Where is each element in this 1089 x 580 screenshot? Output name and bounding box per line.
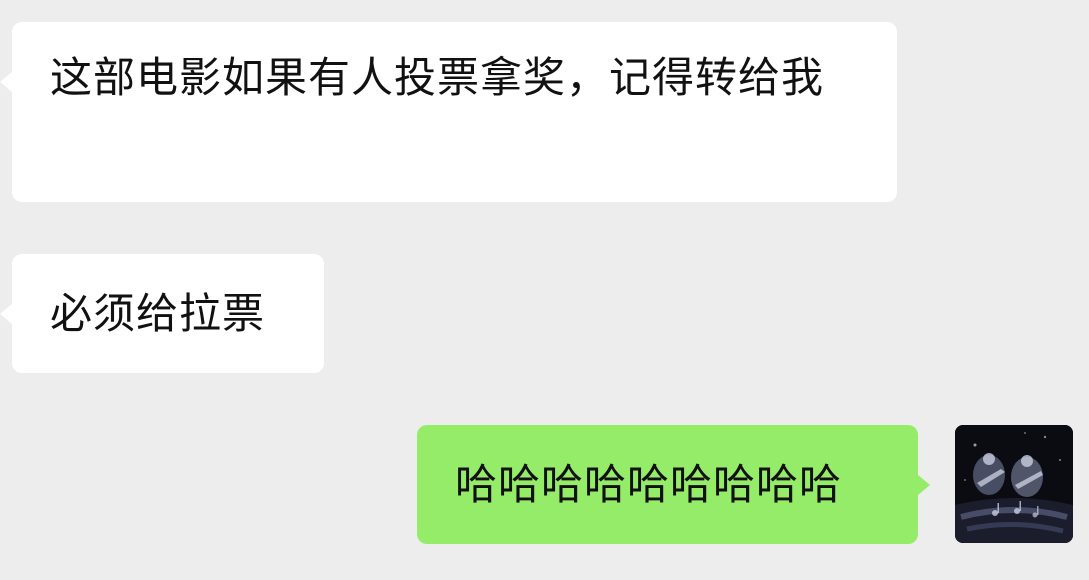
message-text: 哈哈哈哈哈哈哈哈哈 [455, 460, 843, 509]
bubble-tail [0, 304, 12, 324]
message-text: 这部电影如果有人投票拿奖，记得转给我 [50, 53, 825, 102]
avatar-photo-icon [955, 425, 1073, 543]
message-bubble-outgoing[interactable]: 哈哈哈哈哈哈哈哈哈 [417, 425, 930, 544]
bubble-tail [0, 72, 12, 92]
bubble-tail [918, 475, 930, 495]
message-bubble-incoming[interactable]: 这部电影如果有人投票拿奖，记得转给我 [0, 22, 897, 202]
message-text: 必须给拉票 [50, 289, 266, 338]
avatar[interactable] [955, 425, 1073, 543]
message-bubble-incoming[interactable]: 必须给拉票 [0, 254, 324, 373]
